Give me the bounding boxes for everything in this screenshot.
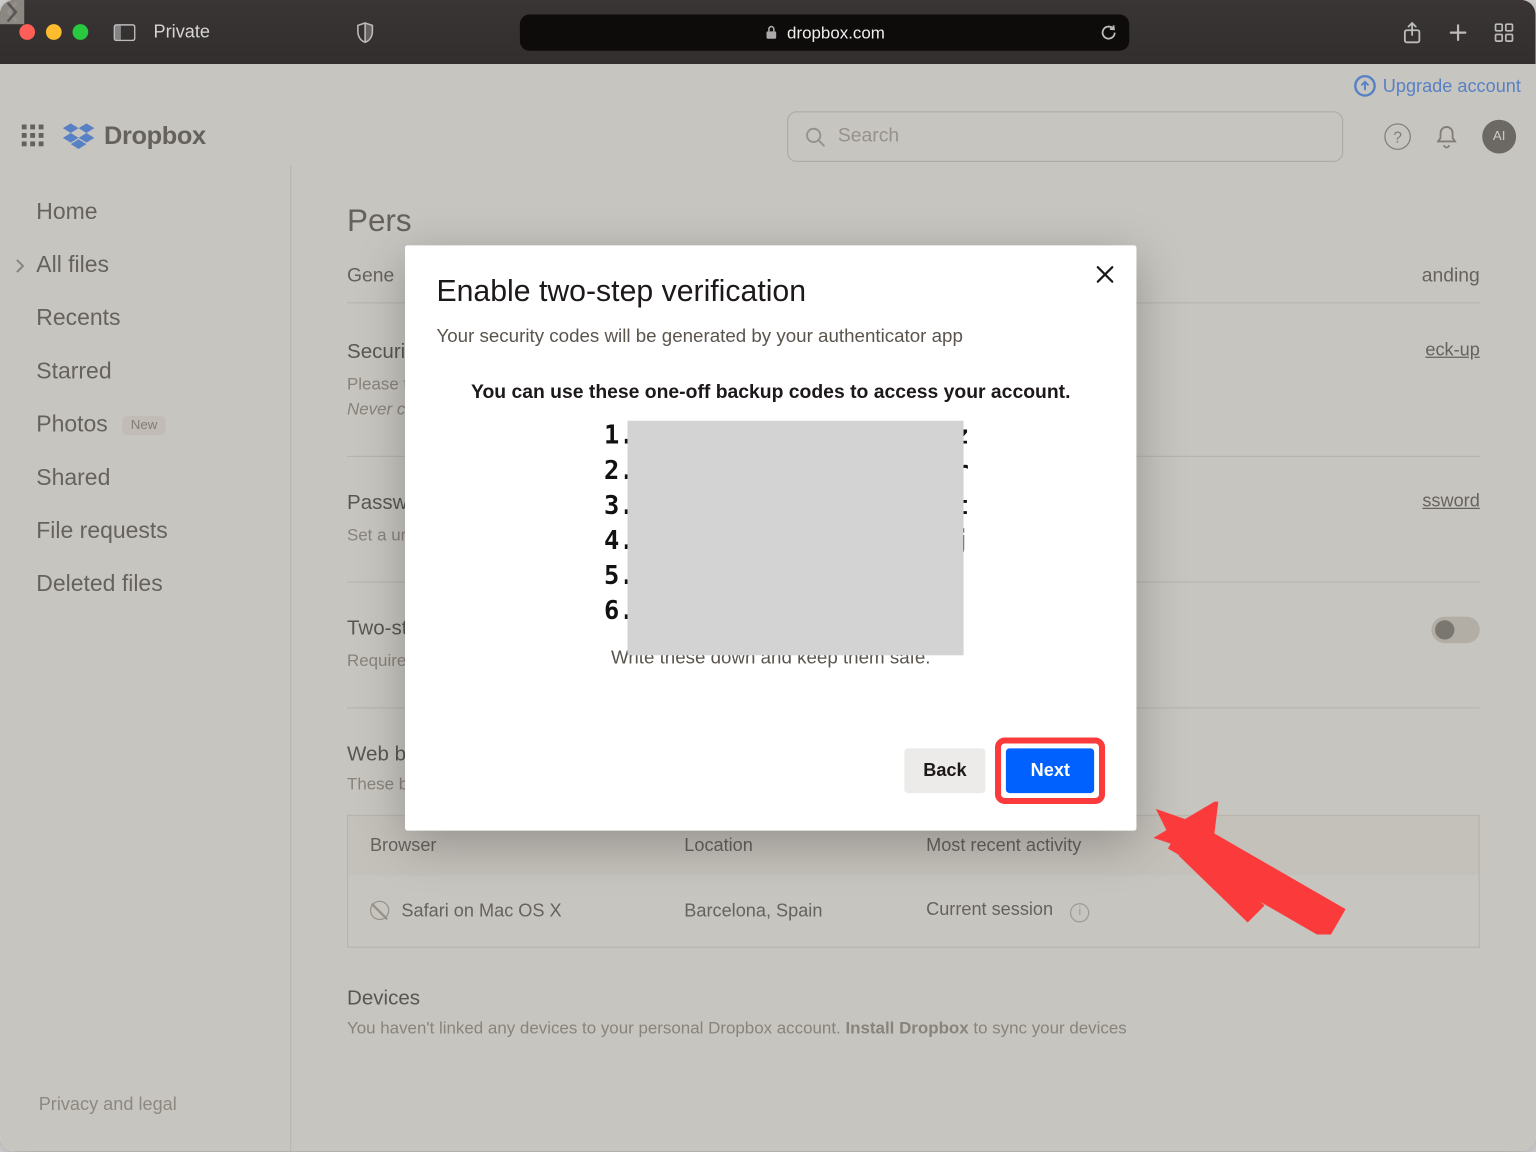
app-root: Upgrade account Dropbox Search ? [0, 64, 1535, 1151]
shield-icon[interactable] [353, 20, 377, 44]
new-tab-icon[interactable] [1446, 20, 1470, 44]
close-icon[interactable] [1095, 265, 1114, 284]
modal-subtitle: Your security codes will be generated by… [436, 326, 1105, 348]
sidebar-toggle-icon[interactable] [112, 20, 136, 44]
address-bar[interactable]: dropbox.com [520, 14, 1129, 50]
highlight-annotation: Next [996, 737, 1105, 803]
reload-icon[interactable] [1101, 24, 1118, 41]
next-button[interactable]: Next [1006, 748, 1094, 793]
fullscreen-window-icon[interactable] [73, 24, 89, 40]
window-controls[interactable] [19, 24, 88, 40]
lock-icon [765, 25, 777, 40]
browser-window: Private dropbox.com [0, 0, 1535, 1151]
close-window-icon[interactable] [19, 24, 35, 40]
minimize-window-icon[interactable] [46, 24, 62, 40]
modal-title: Enable two-step verification [436, 274, 1105, 309]
address-text: dropbox.com [787, 22, 885, 41]
browser-chrome: Private dropbox.com [0, 0, 1535, 64]
backup-codes: 1. ifkp2. nwh83. lkgx4. iw8h5. 970l6. kr… [436, 421, 1105, 631]
back-button[interactable]: Back [904, 748, 986, 793]
share-icon[interactable] [1400, 20, 1424, 44]
two-step-modal: Enable two-step verification Your securi… [405, 245, 1136, 830]
modal-lead: You can use these one-off backup codes t… [436, 382, 1105, 404]
forward-icon [0, 0, 24, 24]
tab-overview-icon[interactable] [1492, 20, 1516, 44]
private-badge: Private [154, 22, 210, 43]
redaction-overlay [627, 421, 963, 656]
